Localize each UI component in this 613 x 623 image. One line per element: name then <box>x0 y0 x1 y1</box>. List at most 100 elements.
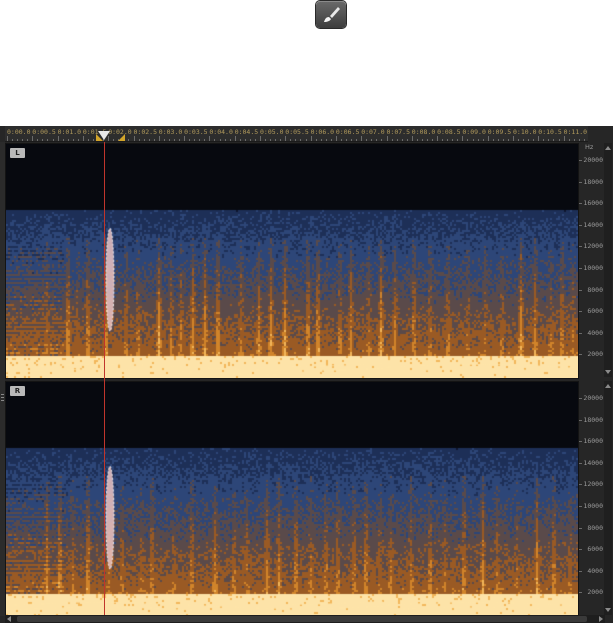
frequency-label: 2000 <box>587 350 603 359</box>
frequency-scale-right: 20000 18000 16000 14000 12000 10000 8000 6000 40… <box>579 381 603 615</box>
frequency-tick <box>579 398 582 399</box>
ruler-tick <box>265 139 267 141</box>
frequency-label: 16000 <box>583 437 603 446</box>
time-label: 0:00.0 <box>7 128 31 136</box>
ruler-tick <box>300 139 302 141</box>
ruler-tick <box>239 139 241 141</box>
ruler-tick <box>563 136 565 141</box>
ruler-tick <box>533 139 535 141</box>
vertical-scrollbar-right[interactable] <box>604 381 612 615</box>
ruler-tick <box>179 139 181 141</box>
scroll-left-icon[interactable] <box>7 616 11 622</box>
time-label: 0:11.0 <box>563 128 588 136</box>
ruler-tick <box>406 139 408 141</box>
ruler-tick <box>411 136 413 141</box>
ruler-tick <box>356 139 358 141</box>
ruler-tick <box>158 136 160 141</box>
time-label: 0:04.0 <box>209 128 233 136</box>
spectral-editor[interactable]: 0:00.0 0:00.5 0:01.0 0:01.5 0:02.0 0:02.5 0:03… <box>0 126 613 623</box>
brush-tool-button[interactable] <box>316 1 346 28</box>
ruler-tick <box>270 139 272 141</box>
ruler-tick <box>325 139 327 141</box>
vertical-scrollbar-left[interactable] <box>604 143 612 377</box>
time-label: 0:07.0 <box>361 128 385 136</box>
frequency-label: 12000 <box>583 480 603 489</box>
frequency-tick <box>579 506 582 507</box>
ruler-tick <box>568 139 570 141</box>
time-label: 0:05.5 <box>285 128 309 136</box>
ruler-tick <box>310 136 312 141</box>
selection-start-marker[interactable] <box>96 134 103 141</box>
ruler-tick <box>432 139 434 141</box>
frequency-tick <box>579 160 582 161</box>
frequency-tick <box>579 570 582 572</box>
ruler-tick <box>442 139 444 141</box>
scroll-thumb[interactable] <box>17 616 587 622</box>
ruler-tick <box>82 136 84 141</box>
time-label: 0:01.0 <box>57 128 82 136</box>
frequency-tick <box>579 181 582 183</box>
ruler-tick <box>224 139 226 141</box>
ruler-tick <box>275 139 277 141</box>
frequency-tick <box>579 246 582 248</box>
spectrogram-canvas[interactable] <box>6 382 578 616</box>
ruler-tick <box>87 139 89 141</box>
ruler-tick <box>93 139 95 141</box>
time-label: 0:10.5 <box>538 128 562 136</box>
ruler-tick <box>128 139 130 141</box>
frequency-tick <box>579 354 582 356</box>
paintbrush-icon <box>324 7 340 22</box>
timeline-ruler[interactable]: 0:00.0 0:00.5 0:01.0 0:01.5 0:02.0 0:02.5 0:03… <box>5 126 588 142</box>
ruler-tick <box>528 139 530 141</box>
scroll-up-icon[interactable] <box>605 146 611 150</box>
frequency-label: 2000 <box>587 588 603 597</box>
ruler-tick <box>295 139 297 141</box>
scroll-up-icon[interactable] <box>605 384 611 388</box>
ruler-tick <box>340 139 342 141</box>
ruler-tick <box>573 139 575 141</box>
ruler-tick <box>583 139 585 141</box>
time-label: 0:02.5 <box>133 128 157 136</box>
scroll-down-icon[interactable] <box>605 370 611 374</box>
time-label: 0:08.5 <box>437 128 461 136</box>
ruler-tick <box>47 139 49 141</box>
ruler-tick <box>280 139 282 141</box>
frequency-tick <box>579 549 582 551</box>
frequency-label: 8000 <box>587 523 603 532</box>
scroll-down-icon[interactable] <box>605 608 611 612</box>
ruler-tick <box>502 139 504 141</box>
ruler-tick <box>315 139 317 141</box>
frequency-label: 4000 <box>587 328 603 337</box>
ruler-tick <box>371 139 373 141</box>
channel-resize-grip[interactable] <box>1 394 4 402</box>
ruler-tick <box>7 136 8 141</box>
ruler-tick <box>472 139 474 141</box>
frequency-label: 16000 <box>583 199 603 208</box>
ruler-tick <box>27 139 29 141</box>
ruler-tick <box>189 139 191 141</box>
ruler-tick <box>437 136 439 141</box>
playhead-line[interactable] <box>104 142 105 615</box>
ruler-tick <box>229 139 231 141</box>
ruler-tick <box>67 139 69 141</box>
ruler-tick <box>396 139 398 141</box>
time-label: 0:06.5 <box>335 128 360 136</box>
ruler-tick <box>381 139 383 141</box>
channel-left-spectrogram[interactable]: L <box>5 143 579 379</box>
ruler-tick <box>199 139 201 141</box>
channel-right-spectrogram[interactable]: R <box>5 381 579 617</box>
spectrogram-canvas[interactable] <box>6 144 578 378</box>
selection-end-marker[interactable] <box>118 134 125 141</box>
frequency-label: 10000 <box>583 502 603 510</box>
ruler-tick <box>214 139 216 141</box>
ruler-tick <box>52 139 54 141</box>
frequency-label: 4000 <box>587 566 603 575</box>
ruler-tick <box>153 139 155 141</box>
frequency-tick <box>579 224 582 226</box>
channel-label: L <box>10 148 25 158</box>
ruler-tick <box>553 139 555 141</box>
scroll-right-icon[interactable] <box>599 616 603 622</box>
horizontal-scrollbar[interactable] <box>5 615 605 623</box>
time-label: 0:04.5 <box>234 128 259 136</box>
frequency-label: 20000 <box>583 394 603 402</box>
